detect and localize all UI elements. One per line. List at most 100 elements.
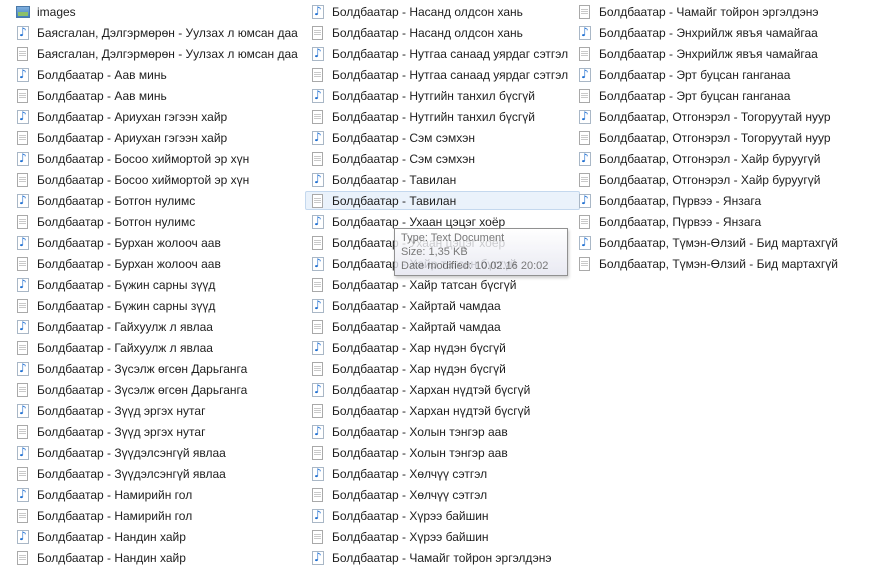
file-item[interactable]: ♪ Болдбаатар - Эрт буцсан ганганаа [572, 65, 872, 84]
file-item[interactable]: ♪ Болдбаатар - Хархан нүдтэй бүсгүй [305, 380, 580, 399]
file-item[interactable]: Болдбаатар - Хүрээ байшин [305, 527, 580, 546]
file-item[interactable]: ♪ Болдбаатар - Ботгон нулимс [10, 191, 300, 210]
file-item[interactable]: ♪ Болдбаатар - Хүрээ байшин [305, 506, 580, 525]
text-file-icon [15, 382, 31, 398]
file-item-label: Болдбаатар - Хөлчүү сэтгэл [332, 466, 488, 481]
file-item[interactable]: ♪ Болдбаатар - Ариухан гэгээн хайр [10, 107, 300, 126]
file-item[interactable]: Болдбаатар - Хар нүдэн бүсгүй [305, 359, 580, 378]
file-list-column-1: images ♪ Баясгалан, Дэлгэрмөрөн - Уулзах л… [10, 2, 300, 569]
file-item[interactable]: ♪ Болдбаатар, Пүрвээ - Янзага [572, 191, 872, 210]
file-item-label: Болдбаатар - Энхрийлж явъя чамайгаа [599, 25, 818, 40]
file-item[interactable]: Болдбаатар - Нандин хайр [10, 548, 300, 567]
file-item[interactable]: Болдбаатар - Зүсэлж өгсөн Дарьганга [10, 380, 300, 399]
file-item[interactable]: Болдбаатар - Зүүд эргэх нутаг [10, 422, 300, 441]
file-item[interactable]: ♪ Болдбаатар - Нутгийн танхил бүсгүй [305, 86, 580, 105]
file-item-label: Болдбаатар, Отгонэрэл - Тогоруутай нуур [599, 130, 831, 145]
audio-file-icon: ♪ [15, 277, 31, 293]
file-item-label: Болдбаатар, Пүрвээ - Янзага [599, 214, 762, 229]
audio-file-icon: ♪ [577, 235, 593, 251]
image-folder-icon [15, 4, 31, 20]
file-item[interactable]: ♪ Болдбаатар - Намирийн гол [10, 485, 300, 504]
file-item[interactable]: ♪ Болдбаатар, Отгонэрэл - Хайр буруугүй [572, 149, 872, 168]
file-item[interactable]: ♪ Болдбаатар - Нандин хайр [10, 527, 300, 546]
tooltip-type: Type: Text Document [401, 232, 505, 244]
file-item-label: Болдбаатар - Аав минь [37, 88, 167, 103]
file-item-label: Болдбаатар - Тавилан [332, 193, 457, 208]
file-item[interactable]: Болдбаатар - Гайхуулж л явлаа [10, 338, 300, 357]
file-item[interactable]: ♪ Болдбаатар - Сэм сэмхэн [305, 128, 580, 147]
file-item-label: Болдбаатар - Гайхуулж л явлаа [37, 319, 213, 334]
file-item[interactable]: Болдбаатар - Хархан нүдтэй бүсгүй [305, 401, 580, 420]
file-item[interactable]: ♪ Болдбаатар - Нутгаа санаад уярдаг сэтгэ… [305, 44, 580, 63]
text-file-icon [310, 235, 326, 251]
file-item[interactable]: Болдбаатар - Босоо хиймортой эр хүн [10, 170, 300, 189]
file-item[interactable]: Болдбаатар - Насанд олдсон хань [305, 23, 580, 42]
file-item[interactable]: Болдбаатар - Хайр татсан бүсгүй [305, 275, 580, 294]
file-item-label: Болдбаатар - Намирийн гол [37, 508, 193, 523]
file-item[interactable]: Болдбаатар - Ариухан гэгээн хайр [10, 128, 300, 147]
file-item[interactable]: Болдбаатар - Бурхан жолооч аав [10, 254, 300, 273]
file-item[interactable]: Болдбаатар, Түмэн-Өлзий - Бид мартахгүй [572, 254, 872, 273]
file-item[interactable]: Болдбаатар - Нутгийн танхил бүсгүй [305, 107, 580, 126]
file-item[interactable]: ♪ Болдбаатар - Хайртай чамдаа [305, 296, 580, 315]
file-item[interactable]: ♪ Болдбаатар - Энхрийлж явъя чамайгаа [572, 23, 872, 42]
file-item[interactable]: Болдбаатар - Зүүдэлсэнгүй явлаа [10, 464, 300, 483]
file-item[interactable]: Болдбаатар - Аав минь [10, 86, 300, 105]
audio-file-icon: ♪ [310, 466, 326, 482]
file-item-label: Баясгалан, Дэлгэрмөрөн - Уулзах л юмсан … [37, 46, 298, 61]
file-item-label: Болдбаатар - Ботгон нулимс [37, 214, 196, 229]
text-file-icon [310, 445, 326, 461]
file-item[interactable]: ♪ Болдбаатар - Чамайг тойрон эргэлдэнэ [305, 548, 580, 567]
file-item[interactable]: images [10, 2, 300, 21]
file-item-label: Болдбаатар - Нутгаа санаад уярдаг сэтгэл [332, 46, 569, 61]
file-item[interactable]: Болдбаатар - Намирийн гол [10, 506, 300, 525]
file-item[interactable]: Болдбаатар - Эрт буцсан ганганаа [572, 86, 872, 105]
file-item[interactable]: ♪ Болдбаатар - Бурхан жолооч аав [10, 233, 300, 252]
file-item[interactable]: Болдбаатар, Пүрвээ - Янзага [572, 212, 872, 231]
text-file-icon [310, 487, 326, 503]
file-item[interactable]: Болдбаатар - Сэм сэмхэн [305, 149, 580, 168]
file-item[interactable]: Болдбаатар, Отгонэрэл - Тогоруутай нуур [572, 128, 872, 147]
file-item[interactable]: Болдбаатар - Чамайг тойрон эргэлдэнэ [572, 2, 872, 21]
text-file-icon [310, 151, 326, 167]
audio-file-icon: ♪ [577, 193, 593, 209]
file-item-label: Болдбаатар - Ариухан гэгээн хайр [37, 109, 228, 124]
file-item[interactable]: ♪ Болдбаатар - Босоо хиймортой эр хүн [10, 149, 300, 168]
file-item-label: Болдбаатар - Ботгон нулимс [37, 193, 196, 208]
audio-file-icon: ♪ [15, 109, 31, 125]
audio-file-icon: ♪ [310, 214, 326, 230]
file-item[interactable]: Болдбаатар - Тавилан [305, 191, 580, 210]
file-item[interactable]: ♪ Баясгалан, Дэлгэрмөрөн - Уулзах л юмсан… [10, 23, 300, 42]
text-file-icon [577, 130, 593, 146]
file-item[interactable]: Болдбаатар - Энхрийлж явъя чамайгаа [572, 44, 872, 63]
file-item-label: Болдбаатар - Хайртай чамдаа [332, 319, 501, 334]
file-item[interactable]: Болдбаатар - Хөлчүү сэтгэл [305, 485, 580, 504]
file-item[interactable]: Болдбаатар - Нутгаа санаад уярдаг сэтгэл [305, 65, 580, 84]
audio-file-icon: ♪ [15, 319, 31, 335]
file-item[interactable]: Болдбаатар - Холын тэнгэр аав [305, 443, 580, 462]
text-file-icon [577, 256, 593, 272]
file-item[interactable]: ♪ Болдбаатар - Зүүдэлсэнгүй явлаа [10, 443, 300, 462]
file-item[interactable]: Баясгалан, Дэлгэрмөрөн - Уулзах л юмсан … [10, 44, 300, 63]
file-item[interactable]: ♪ Болдбаатар - Бүжин сарны зүүд [10, 275, 300, 294]
file-item[interactable]: Болдбаатар - Хайртай чамдаа [305, 317, 580, 336]
file-item-label: Болдбаатар - Босоо хиймортой эр хүн [37, 172, 250, 187]
file-item[interactable]: ♪ Болдбаатар - Зүсэлж өгсөн Дарьганга [10, 359, 300, 378]
file-item[interactable]: ♪ Болдбаатар - Тавилан [305, 170, 580, 189]
file-item[interactable]: ♪ Болдбаатар - Холын тэнгэр аав [305, 422, 580, 441]
file-item[interactable]: ♪ Болдбаатар - Аав минь [10, 65, 300, 84]
audio-file-icon: ♪ [310, 382, 326, 398]
file-item-label: Болдбаатар - Босоо хиймортой эр хүн [37, 151, 250, 166]
file-item[interactable]: ♪ Болдбаатар, Отгонэрэл - Тогоруутай нуур [572, 107, 872, 126]
file-item[interactable]: ♪ Болдбаатар - Гайхуулж л явлаа [10, 317, 300, 336]
file-item[interactable]: ♪ Болдбаатар - Хөлчүү сэтгэл [305, 464, 580, 483]
file-item[interactable]: Болдбаатар - Бүжин сарны зүүд [10, 296, 300, 315]
file-item[interactable]: Болдбаатар - Ботгон нулимс [10, 212, 300, 231]
file-item[interactable]: ♪ Болдбаатар - Хар нүдэн бүсгүй [305, 338, 580, 357]
file-item[interactable]: Болдбаатар, Отгонэрэл - Хайр буруугүй [572, 170, 872, 189]
file-item-label: Болдбаатар - Бурхан жолооч аав [37, 235, 221, 250]
file-item[interactable]: ♪ Болдбаатар - Насанд олдсон хань [305, 2, 580, 21]
file-item[interactable]: ♪ Болдбаатар, Түмэн-Өлзий - Бид мартахгүй [572, 233, 872, 252]
text-file-icon [310, 319, 326, 335]
file-item[interactable]: ♪ Болдбаатар - Зүүд эргэх нутаг [10, 401, 300, 420]
